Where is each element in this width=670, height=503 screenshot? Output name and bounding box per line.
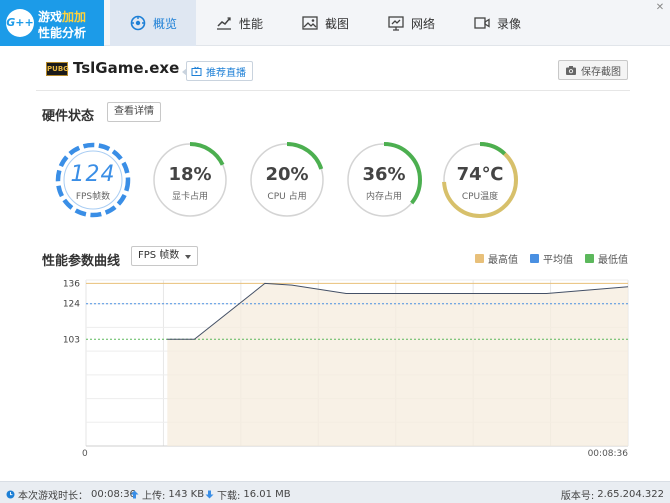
recommend-live-button[interactable]: 推荐直播 [182, 61, 253, 81]
logo-subtitle: 性能分析 [38, 26, 87, 40]
upload-stat: 上传: 143 KB [130, 487, 204, 502]
logo-title-part2: 加加 [62, 10, 87, 24]
performance-curve-title: 性能参数曲线 [42, 254, 121, 269]
game-title-row: PUBG TslGame.exe 推荐直播 保存截图 [0, 56, 670, 86]
game-logo: PUBG [46, 62, 69, 76]
download-arrow-icon [205, 490, 214, 499]
gpu-usage-label: 显卡占用 [171, 192, 208, 202]
tab-video-label: 录像 [496, 16, 521, 31]
x-axis-start-label: 0 [82, 449, 88, 459]
status-bar: 本次游戏时长： 00:08:36 上传: 143 KB 下载: 16.01 MB… [0, 481, 670, 503]
tab-network[interactable]: 网络 [368, 0, 454, 46]
live-tv-icon [191, 66, 202, 76]
clock-icon [6, 490, 15, 499]
chart-legend: 最高值 平均值 最低值 [475, 251, 628, 266]
download-stat: 下载: 16.01 MB [205, 487, 291, 502]
camera-icon [566, 65, 576, 75]
legend-max-label: 最高值 [488, 255, 518, 266]
metric-select[interactable]: FPS 帧数 [131, 246, 198, 266]
download-label: 下载: [217, 491, 241, 502]
game-process-name: TslGame.exe [73, 59, 180, 77]
logo-title: 游戏加加 [38, 8, 86, 25]
x-axis-end-label: 00:08:36 [587, 449, 628, 459]
video-record-icon [474, 17, 490, 29]
memory-usage-gauge: 36% 内存占用 [344, 140, 424, 220]
cpu-temperature-label: CPU温度 [461, 192, 499, 202]
fps-area [167, 283, 629, 446]
upload-value: 143 KB [168, 489, 205, 500]
legend-min-label: 最低值 [598, 255, 628, 266]
recommend-live-label: 推荐直播 [206, 67, 246, 79]
legend-min-swatch [585, 254, 594, 263]
fps-value: 124 [70, 162, 116, 187]
tab-overview-label: 概览 [152, 16, 177, 31]
tab-video[interactable]: 录像 [454, 0, 540, 46]
metric-select-value: FPS 帧数 [138, 250, 180, 261]
tab-screenshot[interactable]: 截图 [282, 0, 368, 46]
y-tick-label: 136 [63, 279, 80, 289]
header-bar: G++ 游戏加加 性能分析 概览 性能 截图 网络 录像 ✕ [0, 0, 670, 46]
fps-gauge: 124 FPS帧数 [53, 140, 133, 220]
version-value: 2.65.204.322 [597, 489, 664, 500]
legend-max-swatch [475, 254, 484, 263]
cpu-usage-gauge: 20% CPU 占用 [247, 140, 327, 220]
download-value: 16.01 MB [243, 489, 291, 500]
save-screenshot-label: 保存截图 [581, 66, 621, 78]
legend-avg-label: 平均值 [543, 255, 573, 266]
cpu-temperature-value: 74℃ [456, 164, 504, 185]
legend-min: 最低值 [585, 251, 628, 266]
cpu-usage-label: CPU 占用 [267, 192, 307, 202]
session-duration: 本次游戏时长： 00:08:36 [6, 487, 136, 502]
network-icon [388, 16, 404, 31]
version-label: 版本号: [560, 491, 595, 502]
tab-network-label: 网络 [410, 16, 435, 31]
memory-usage-label: 内存占用 [365, 192, 402, 202]
upload-arrow-icon [130, 490, 139, 499]
tab-performance[interactable]: 性能 [196, 0, 282, 46]
version-info: 版本号: 2.65.204.322 [561, 487, 664, 502]
view-details-button[interactable]: 查看详情 [107, 102, 161, 122]
session-duration-label: 本次游戏时长： [18, 491, 88, 502]
y-tick-label: 124 [63, 300, 80, 310]
tab-screenshot-label: 截图 [324, 16, 349, 31]
legend-avg: 平均值 [530, 251, 573, 266]
window-controls: ✕ [650, 0, 670, 16]
performance-chart-icon [216, 17, 231, 30]
cpu-usage-value: 20% [265, 164, 309, 185]
close-icon[interactable]: ✕ [650, 0, 670, 16]
fps-label: FPS帧数 [75, 192, 111, 202]
gpu-usage-value: 18% [168, 164, 212, 185]
hardware-status-title: 硬件状态 [42, 109, 95, 124]
gpu-usage-gauge: 18% 显卡占用 [150, 140, 230, 220]
chevron-down-icon [185, 255, 191, 259]
tab-performance-label: 性能 [238, 16, 263, 31]
fps-line-chart: 103 124 136 [63, 279, 629, 447]
cpu-temperature-gauge: 74℃ CPU温度 [440, 140, 520, 220]
app-window: G++ 游戏加加 性能分析 概览 性能 截图 网络 录像 ✕ PUBG TslG… [0, 0, 670, 503]
legend-max: 最高值 [475, 251, 518, 266]
logo-title-part1: 游戏 [38, 10, 63, 24]
app-logo: G++ 游戏加加 性能分析 [0, 0, 104, 46]
logo-badge-icon: G++ [6, 9, 34, 37]
memory-usage-value: 36% [362, 164, 406, 185]
tab-overview[interactable]: 概览 [110, 0, 196, 46]
upload-label: 上传: [142, 491, 166, 502]
y-tick-label: 103 [63, 335, 80, 345]
save-screenshot-button[interactable]: 保存截图 [558, 60, 628, 80]
screenshot-image-icon [302, 16, 318, 30]
overview-icon [130, 15, 146, 31]
legend-avg-swatch [530, 254, 539, 263]
section-divider [36, 90, 630, 91]
